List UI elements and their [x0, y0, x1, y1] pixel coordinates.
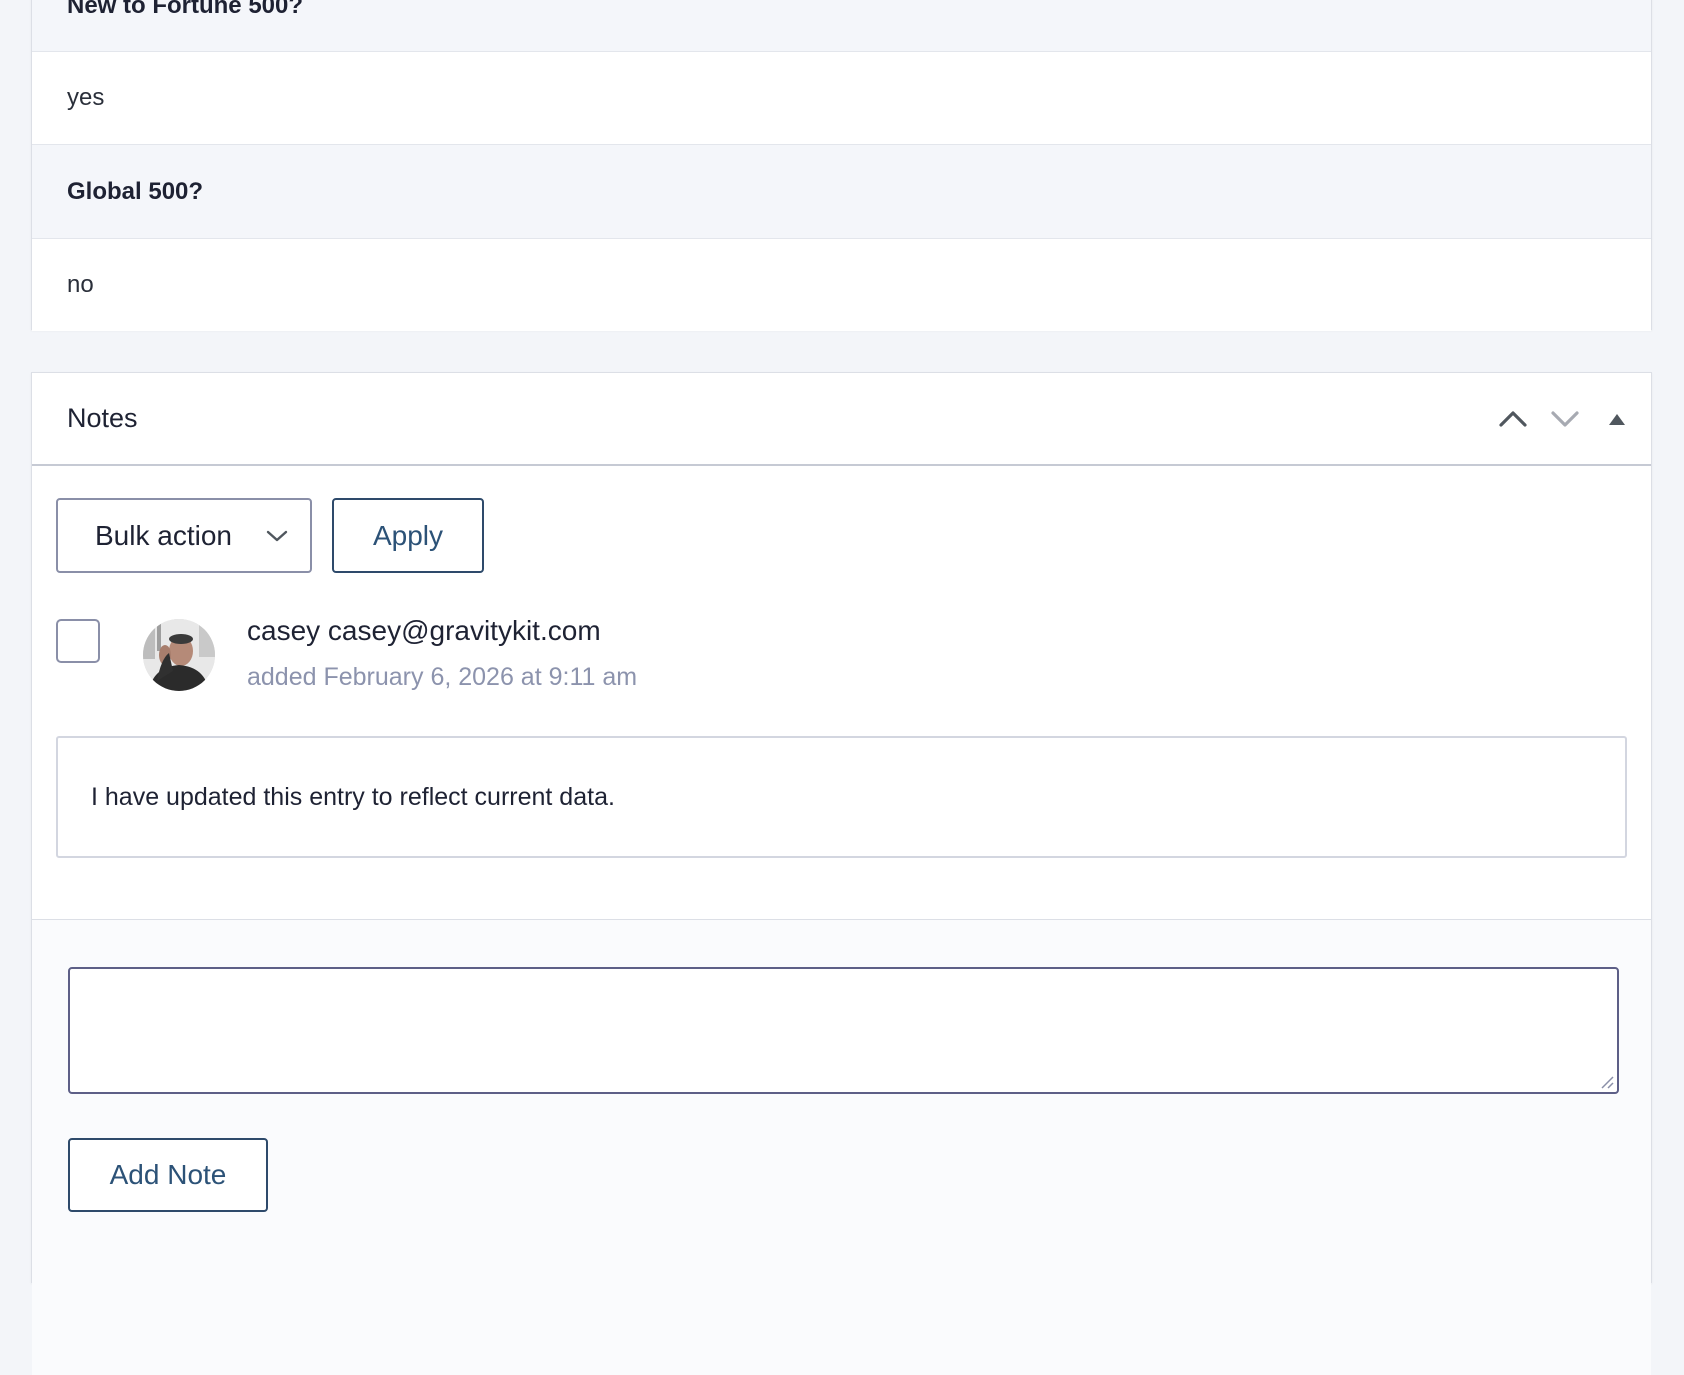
bulk-actions-row: Bulk action Apply — [56, 498, 1627, 573]
field-label-text: New to Fortune 500? — [67, 0, 304, 19]
add-note-button[interactable]: Add Note — [68, 1138, 268, 1212]
note-author: casey casey@gravitykit.com — [247, 615, 601, 646]
entry-fields-panel: New to Fortune 500? yes Global 500? no — [31, 0, 1652, 331]
bulk-action-selected: Bulk action — [95, 519, 232, 551]
note-select-checkbox[interactable] — [56, 619, 100, 663]
field-label-text: Global 500? — [67, 177, 204, 205]
notes-title: Notes — [67, 403, 138, 433]
notes-header: Notes — [32, 373, 1651, 466]
note-date: added February 6, 2026 at 9:11 am — [247, 663, 638, 691]
field-value-text: yes — [67, 84, 105, 111]
field-label-fortune: New to Fortune 500? — [32, 0, 1651, 52]
field-label-global: Global 500? — [32, 145, 1651, 239]
avatar — [143, 619, 215, 691]
note-text: I have updated this entry to reflect cur… — [91, 782, 615, 811]
field-value-fortune: yes — [32, 52, 1651, 145]
chevron-up-icon — [1499, 410, 1527, 427]
panel-controls — [1495, 401, 1635, 437]
new-note-textarea[interactable] — [68, 967, 1619, 1094]
collapse-toggle-button[interactable] — [1599, 401, 1635, 437]
note-content: I have updated this entry to reflect cur… — [56, 736, 1627, 858]
move-up-button[interactable] — [1495, 401, 1531, 437]
resize-handle-icon[interactable] — [1599, 1074, 1615, 1090]
notes-panel: Notes Bulk action Apply casey casey@grav… — [31, 372, 1652, 1375]
apply-button[interactable]: Apply — [332, 498, 484, 573]
field-value-global: no — [32, 239, 1651, 331]
triangle-up-icon — [1609, 413, 1625, 425]
field-value-text: no — [67, 271, 94, 298]
add-note-section: Add Note — [32, 920, 1651, 1375]
chevron-down-icon — [266, 530, 288, 541]
move-down-button[interactable] — [1547, 401, 1583, 437]
chevron-down-icon — [1551, 410, 1579, 427]
bulk-action-select[interactable]: Bulk action — [56, 498, 312, 573]
note-meta: casey casey@gravitykit.com added Februar… — [247, 615, 638, 692]
note-item: casey casey@gravitykit.com added Februar… — [56, 615, 1627, 692]
notes-list-section: Bulk action Apply casey casey@gravitykit… — [32, 466, 1651, 920]
